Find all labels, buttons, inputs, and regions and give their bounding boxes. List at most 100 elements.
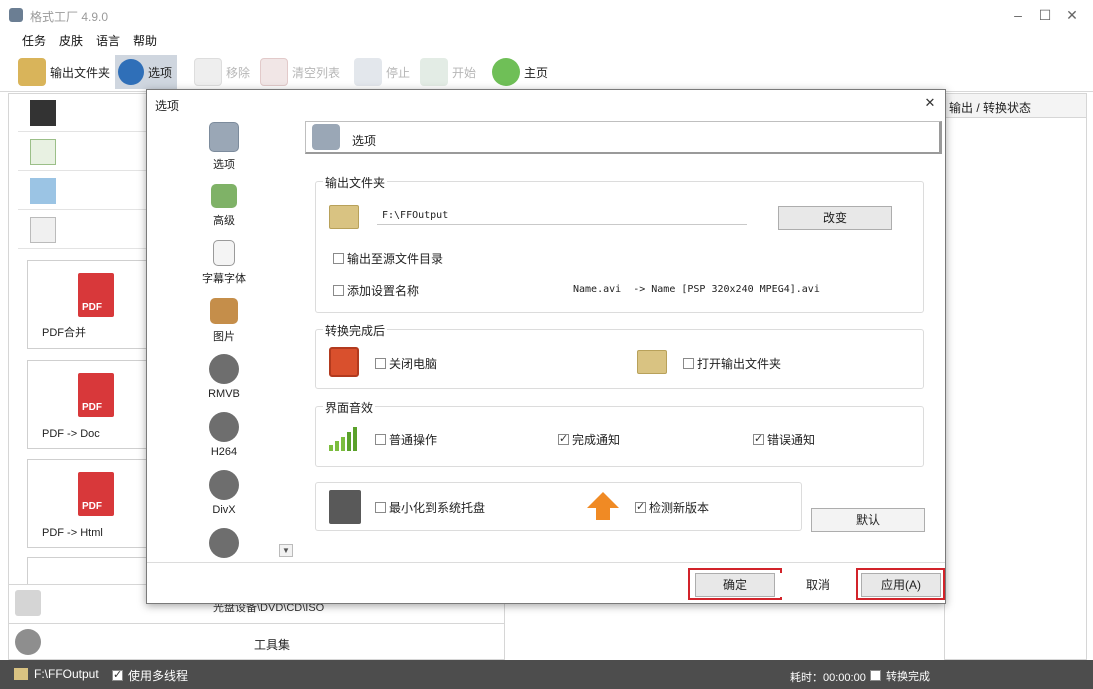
change-folder-button[interactable]: 改变: [778, 206, 892, 230]
nav-subtitle-font[interactable]: 字幕字体: [189, 240, 259, 286]
picture-icon: [210, 298, 238, 324]
normal-sound-checkbox[interactable]: [375, 434, 386, 445]
dialog-title: 选项: [155, 99, 180, 113]
film-icon: [30, 100, 56, 126]
folder-icon: [329, 205, 359, 229]
options-dialog: 选项 ✕ 选项 高级 字幕字体 图片 RMVB H264 DivX ▼ 选项 输…: [146, 89, 946, 604]
menu-skin[interactable]: 皮肤: [59, 32, 83, 49]
category-tools[interactable]: 工具集: [9, 623, 504, 660]
dialog-footer-divider: [147, 562, 945, 563]
nav-divx[interactable]: DivX: [189, 470, 259, 516]
menu-task[interactable]: 任务: [22, 32, 46, 49]
home-globe-icon: [492, 58, 520, 86]
clear-icon: [260, 58, 288, 86]
output-to-source-checkbox[interactable]: [333, 253, 344, 264]
error-sound-checkbox[interactable]: [753, 432, 764, 445]
film-reel-icon: [209, 412, 239, 442]
category-image[interactable]: [18, 172, 158, 210]
elapsed-time: 耗时：00:00:00: [790, 672, 866, 684]
nav-advanced[interactable]: 高级: [189, 184, 259, 228]
menu-language[interactable]: 语言: [96, 32, 120, 49]
options-header-label: 选项: [352, 134, 377, 148]
camera-gear-icon: [209, 122, 239, 152]
start-icon: [420, 58, 448, 86]
nav-picture[interactable]: 图片: [189, 298, 259, 344]
close-window-button[interactable]: ✕: [1062, 6, 1082, 24]
clear-list-button[interactable]: 清空列表: [260, 55, 340, 89]
remove-button[interactable]: 移除: [194, 55, 250, 89]
ok-button[interactable]: 确定: [695, 573, 775, 597]
partial-card: [27, 557, 147, 585]
card-label: PDF -> Html: [42, 527, 103, 539]
category-video[interactable]: [18, 94, 158, 132]
check-update-option[interactable]: 检测新版本: [635, 499, 709, 516]
nav-options[interactable]: 选项: [189, 122, 259, 172]
done-sound-checkbox[interactable]: [558, 432, 569, 445]
cancel-button[interactable]: 取消: [778, 573, 858, 597]
output-path-field[interactable]: F:\FFOutput: [377, 209, 747, 225]
option-label: 完成通知: [572, 433, 621, 447]
open-output-folder-option[interactable]: 打开输出文件夹: [683, 355, 781, 372]
minimize-tray-option[interactable]: 最小化到系统托盘: [375, 499, 485, 516]
default-button[interactable]: 默认: [811, 508, 925, 532]
options-button[interactable]: 选项: [115, 55, 178, 89]
multithread-label: 使用多线程: [128, 669, 189, 683]
output-to-source-option[interactable]: 输出至源文件目录: [333, 250, 443, 267]
check-update-checkbox[interactable]: [635, 500, 646, 513]
pdf-merge-card[interactable]: PDF PDF合并: [27, 260, 147, 349]
done-sound-option[interactable]: 完成通知: [558, 431, 620, 448]
shutdown-checkbox[interactable]: [375, 358, 386, 369]
output-folder-button[interactable]: 输出文件夹: [18, 55, 110, 89]
maximize-button[interactable]: ☐: [1035, 6, 1055, 24]
output-status-header: 输出 / 转换状态: [945, 94, 1086, 118]
menu-help[interactable]: 帮助: [133, 32, 157, 49]
tools-label: 工具集: [254, 638, 291, 652]
app-icon: [9, 8, 23, 22]
status-bar: F:\FFOutput 使用多线程 耗时：00:00:00 转换完成: [0, 660, 1093, 689]
stop-button[interactable]: 停止: [354, 55, 410, 89]
pdf-icon: PDF: [78, 273, 114, 317]
apply-button[interactable]: 应用(A): [861, 573, 941, 597]
nav-scroll-down-button[interactable]: ▼: [279, 544, 293, 557]
disc-icon: [15, 590, 41, 616]
camera-gear-icon: [312, 124, 340, 150]
shutdown-option[interactable]: 关闭电脑: [375, 355, 437, 372]
category-document[interactable]: [18, 211, 158, 249]
add-setting-name-checkbox[interactable]: [333, 285, 344, 296]
option-label: 输出至源文件目录: [347, 252, 444, 266]
nav-h264[interactable]: H264: [189, 412, 259, 458]
update-arrow-icon: [587, 492, 619, 520]
after-convert-label: 转换完成: [886, 671, 930, 683]
option-label: 错误通知: [767, 433, 816, 447]
after-convert-checkbox[interactable]: [870, 670, 881, 682]
text-document-icon: [213, 240, 235, 266]
minimize-button[interactable]: –: [1008, 6, 1028, 24]
add-setting-name-option[interactable]: 添加设置名称: [333, 282, 419, 299]
signal-bars-icon: [329, 425, 359, 451]
card-label: PDF -> Doc: [42, 428, 100, 440]
normal-sound-option[interactable]: 普通操作: [375, 431, 437, 448]
option-label: 关闭电脑: [389, 357, 438, 371]
minimize-tray-checkbox[interactable]: [375, 502, 386, 513]
film-reel-icon: [209, 470, 239, 500]
name-example: Name.avi -> Name [PSP 320x240 MPEG4].avi: [573, 284, 820, 295]
pdf-to-doc-card[interactable]: PDF PDF -> Doc: [27, 360, 147, 449]
dialog-close-button[interactable]: ✕: [923, 95, 937, 111]
output-status-panel: 输出 / 转换状态: [944, 93, 1087, 660]
nav-rmvb[interactable]: RMVB: [189, 354, 259, 400]
nav-more[interactable]: [189, 528, 259, 558]
status-output-path[interactable]: F:\FFOutput: [34, 667, 99, 681]
error-sound-option[interactable]: 错误通知: [753, 431, 815, 448]
option-label: 最小化到系统托盘: [389, 501, 486, 515]
open-output-folder-checkbox[interactable]: [683, 358, 694, 369]
category-audio[interactable]: [18, 133, 158, 171]
multithread-checkbox[interactable]: [112, 668, 123, 682]
film-reel-icon: [209, 354, 239, 384]
film-reel-icon: [209, 528, 239, 558]
option-label: 普通操作: [389, 433, 438, 447]
start-button[interactable]: 开始: [420, 55, 476, 89]
home-button[interactable]: 主页: [492, 55, 548, 89]
nav-label: 高级: [213, 215, 235, 227]
pdf-to-html-card[interactable]: PDF PDF -> Html: [27, 459, 147, 548]
title-bar: [0, 0, 1093, 30]
